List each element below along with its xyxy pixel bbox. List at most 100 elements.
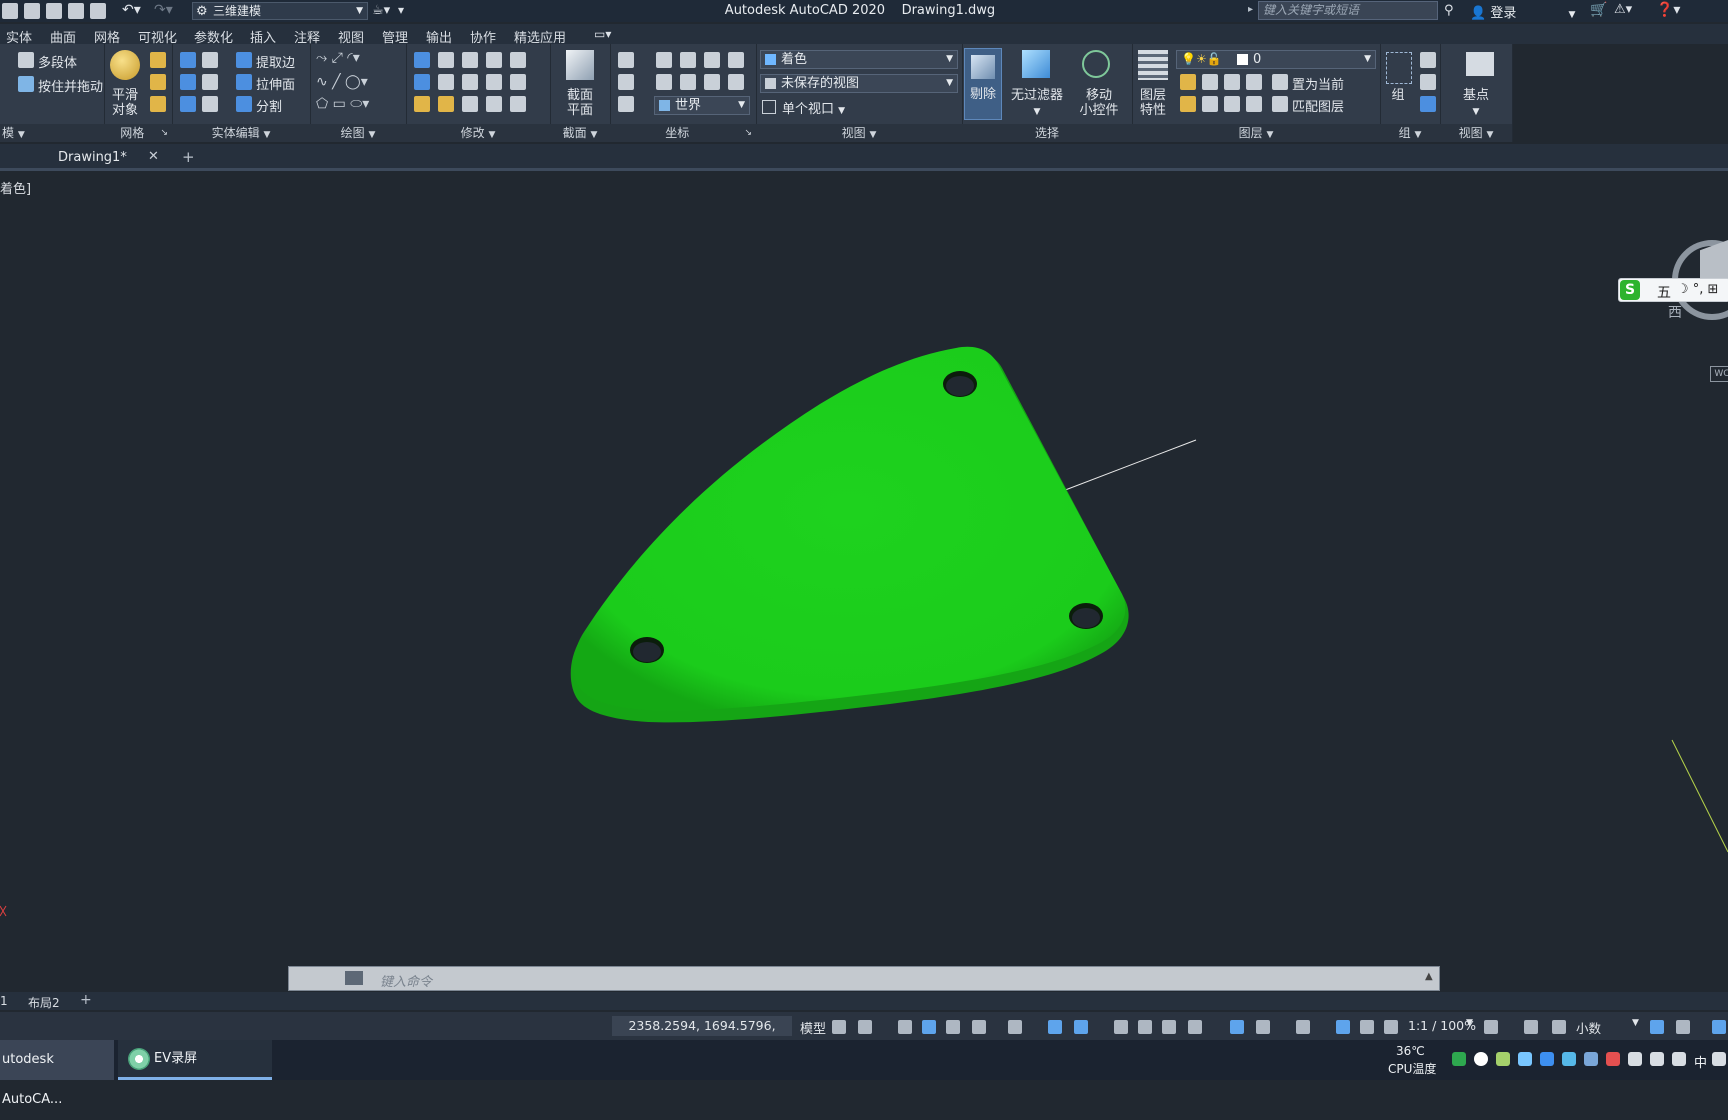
quick-properties-icon[interactable] [1650, 1020, 1664, 1034]
saved-view-dropdown[interactable]: 未保存的视图 ▼ [760, 74, 958, 93]
mesh-smooth-more-icon[interactable] [150, 52, 166, 68]
chevron-up-icon[interactable]: ▲ [1425, 971, 1433, 982]
viewport-controls-label[interactable]: 着色] [0, 178, 31, 197]
keyboard-icon[interactable] [1712, 1052, 1726, 1066]
qat-customize-icon[interactable]: ▾ [398, 3, 404, 17]
panel-label[interactable]: 视图 ▼ [756, 124, 962, 142]
3d-osnap-icon[interactable] [1188, 1020, 1202, 1034]
move-gizmo-button[interactable]: 移动 小控件 [1072, 88, 1126, 118]
subtract-icon[interactable] [180, 74, 196, 90]
open-icon[interactable] [46, 3, 62, 19]
group-edit-icon[interactable] [1420, 74, 1436, 90]
network-icon[interactable]: ⚠▾ [1614, 2, 1632, 17]
mesh-smooth-less-icon[interactable] [150, 74, 166, 90]
dynamic-input-icon[interactable] [922, 1020, 936, 1034]
rotate-icon[interactable] [462, 74, 478, 90]
plus-icon[interactable] [1524, 1020, 1538, 1034]
selection-cycling-icon[interactable] [1162, 1020, 1176, 1034]
dynamic-ucs-icon[interactable] [1230, 1020, 1244, 1034]
ucs-view-icon[interactable] [704, 52, 720, 68]
microphone-icon[interactable] [1672, 1052, 1686, 1066]
layer-on-icon[interactable] [1180, 96, 1196, 112]
panel-label[interactable]: 图层 ▼ [1132, 124, 1380, 142]
annotation-visibility-icon[interactable] [1336, 1020, 1350, 1034]
panel-label[interactable]: 修改 ▼ [406, 124, 550, 142]
transparency-icon[interactable] [1138, 1020, 1152, 1034]
ribbon-minimize-icon[interactable]: ▭▾ [594, 27, 611, 41]
mesh-refine-icon[interactable] [150, 96, 166, 112]
taskbar-autocad[interactable]: utodesk AutoCA... [0, 1040, 114, 1107]
ime-mode[interactable]: 五 [1657, 282, 1671, 302]
tab-layout1[interactable]: 1 [0, 994, 8, 1008]
layer-unisolate-icon[interactable] [1202, 96, 1218, 112]
layer-off-icon[interactable] [1180, 74, 1196, 90]
3d-array-icon[interactable] [438, 74, 454, 90]
close-icon[interactable]: ✕ [148, 149, 159, 164]
ucs-x-icon[interactable] [656, 74, 672, 90]
ucs-origin-icon[interactable] [728, 52, 744, 68]
units-dropdown[interactable]: 小数 [1576, 1018, 1601, 1037]
interfere-icon[interactable] [202, 52, 218, 68]
isodraft-icon[interactable] [1008, 1020, 1022, 1034]
ime-toolbar[interactable]: S 五 ☽ °, ⊞ [1618, 278, 1728, 302]
model-space-button[interactable]: 模型 [800, 1018, 826, 1037]
ucs-object-icon[interactable] [680, 52, 696, 68]
save-as-icon[interactable] [24, 3, 40, 19]
group-button[interactable]: 组 [1380, 88, 1416, 103]
grid-icon[interactable] [832, 1020, 846, 1034]
tray-arrow-icon[interactable] [1606, 1052, 1620, 1066]
auto-scale-icon[interactable] [1360, 1020, 1374, 1034]
base-view-button[interactable]: 基点 ▼ [1440, 88, 1512, 120]
group-select-icon[interactable] [1420, 96, 1436, 112]
tray-cloud-icon[interactable] [1540, 1052, 1554, 1066]
array-icon[interactable] [486, 52, 502, 68]
save-icon[interactable] [2, 3, 18, 19]
layer-properties-button[interactable]: 图层 特性 [1132, 88, 1174, 118]
tray-app-icon[interactable] [1452, 1052, 1466, 1066]
align-icon[interactable] [414, 74, 430, 90]
ucs-z-icon[interactable] [704, 74, 720, 90]
erase-icon[interactable] [414, 96, 430, 112]
wcs-menu[interactable]: WC [1710, 366, 1728, 382]
separate-button[interactable]: 分割 [256, 96, 282, 115]
match-layer-button[interactable]: 匹配图层 [1292, 96, 1344, 115]
ungroup-icon[interactable] [1420, 52, 1436, 68]
tray-p-icon[interactable] [1474, 1052, 1488, 1066]
layer-thaw-icon[interactable] [1224, 96, 1240, 112]
infer-constraints-icon[interactable] [898, 1020, 912, 1034]
polysolid-button[interactable]: 多段体 [38, 52, 77, 71]
print-icon[interactable] [90, 3, 106, 19]
taskbar-ev-recorder[interactable]: EV录屏 [118, 1040, 272, 1080]
intersect-icon[interactable] [180, 96, 196, 112]
stretch-icon[interactable] [462, 96, 478, 112]
extract-edges-button[interactable]: 提取边 [256, 52, 295, 71]
layer-isolate-icon[interactable] [1202, 74, 1218, 90]
culling-button[interactable]: 剔除 [964, 48, 1002, 120]
fillet-icon[interactable] [510, 74, 526, 90]
layer-lock-icon[interactable] [1246, 74, 1262, 90]
ucs-icon[interactable] [618, 52, 634, 68]
smooth-object-button[interactable]: 平滑 对象 [104, 88, 146, 118]
lineweight-icon[interactable] [1114, 1020, 1128, 1034]
union-icon[interactable] [180, 52, 196, 68]
slice-icon[interactable] [202, 74, 218, 90]
tray-autodesk-icon[interactable] [1584, 1052, 1598, 1066]
isolate-objects-icon[interactable] [1676, 1020, 1690, 1034]
add-layout-button[interactable]: + [80, 992, 92, 1008]
ucs-zaxis-icon[interactable] [728, 74, 744, 90]
offset-icon[interactable] [486, 96, 502, 112]
no-filter-button[interactable]: 无过滤器 ▼ [1004, 88, 1070, 120]
new-tab-button[interactable]: + [182, 148, 195, 166]
draw-tools-row-2[interactable]: ∿ ╱ ◯▾ [316, 74, 368, 90]
ortho-icon[interactable] [946, 1020, 960, 1034]
viewport-config-button[interactable]: 单个视口 ▼ [762, 98, 845, 117]
mirror-icon[interactable] [414, 52, 430, 68]
command-line[interactable]: ▲ [288, 966, 1440, 991]
move-icon[interactable] [462, 52, 478, 68]
gear-icon[interactable] [1484, 1020, 1498, 1034]
ucs-named-icon[interactable] [618, 74, 634, 90]
tab-drawing1[interactable]: Drawing1* ✕ [44, 146, 164, 168]
command-history-icon[interactable] [345, 971, 363, 985]
customization-icon[interactable] [1712, 1020, 1726, 1034]
model-canvas[interactable] [0, 172, 1728, 932]
